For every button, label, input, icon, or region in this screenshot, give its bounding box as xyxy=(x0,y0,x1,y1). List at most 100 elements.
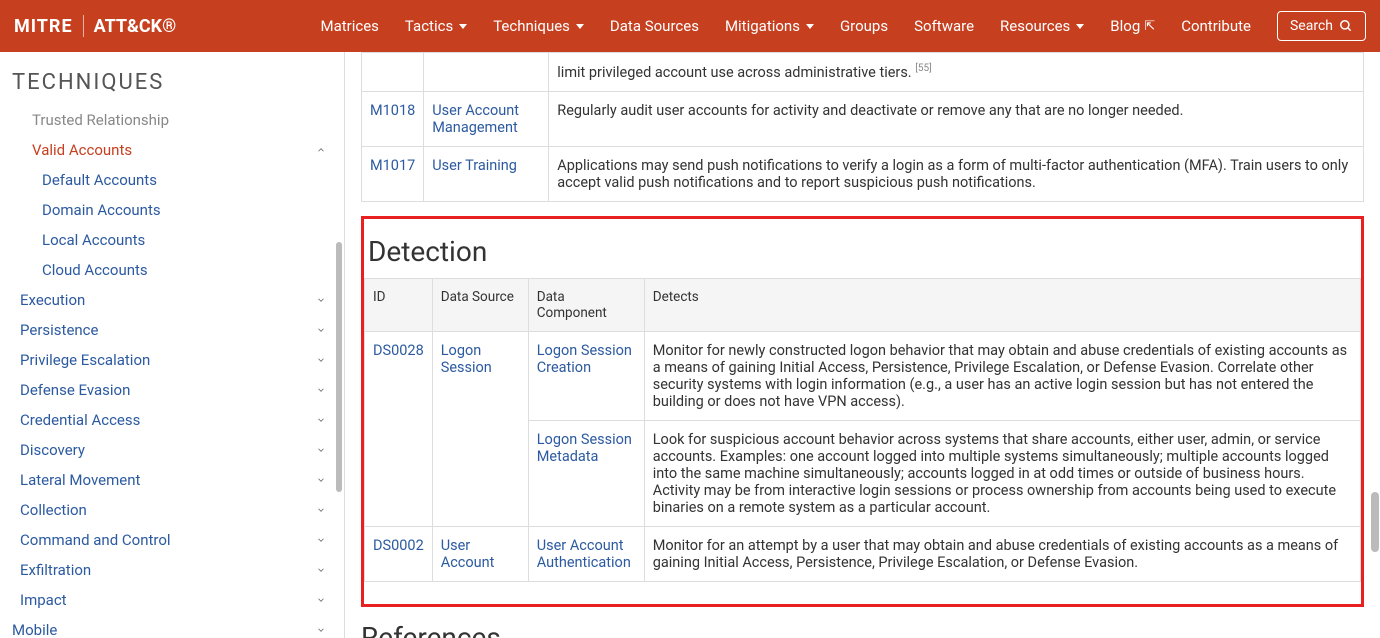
data-source-id-link[interactable]: DS0002 xyxy=(373,537,424,554)
sidebar-item-label: Credential Access xyxy=(20,411,140,429)
detection-table: ID Data Source Data Component Detects DS… xyxy=(364,278,1361,582)
sidebar-item-label: Defense Evasion xyxy=(20,381,130,399)
nav-data-sources[interactable]: Data Sources xyxy=(610,17,699,35)
detection-heading: Detection xyxy=(364,235,1361,268)
chevron-down-icon xyxy=(316,355,326,365)
table-row: DS0028 Logon Session Logon Session Creat… xyxy=(365,331,1361,420)
mitigation-id-link[interactable]: M1018 xyxy=(370,102,415,119)
caret-down-icon xyxy=(576,24,584,29)
chevron-down-icon xyxy=(316,475,326,485)
sidebar-item-label: Collection xyxy=(20,501,87,519)
chevron-down-icon xyxy=(316,415,326,425)
table-row: M1018 User Account Management Regularly … xyxy=(362,91,1364,146)
chevron-down-icon xyxy=(316,325,326,335)
search-button[interactable]: Search xyxy=(1277,11,1366,41)
logo-divider xyxy=(83,15,84,37)
main-scrollbar-track[interactable] xyxy=(1370,52,1380,638)
mitigation-desc: Regularly audit user accounts for activi… xyxy=(549,91,1364,146)
sidebar-item[interactable]: Persistence xyxy=(0,315,344,345)
sidebar-item[interactable]: Defense Evasion xyxy=(0,375,344,405)
mitigation-id-link[interactable]: M1017 xyxy=(370,157,415,174)
sidebar-title: TECHNIQUES xyxy=(0,70,344,105)
sidebar-item-label: Discovery xyxy=(20,441,85,459)
sidebar-item[interactable]: Cloud Accounts xyxy=(0,255,344,285)
data-component-link[interactable]: Logon Session Creation xyxy=(537,342,632,376)
nav-items: Matrices Tactics Techniques Data Sources… xyxy=(320,11,1366,41)
nav-resources[interactable]: Resources xyxy=(1000,17,1084,35)
sidebar-item[interactable]: Exfiltration xyxy=(0,555,344,585)
logo-block[interactable]: MITRE ATT&CK® xyxy=(14,15,176,37)
mitigation-name-link[interactable]: User Account Management xyxy=(432,102,519,136)
sidebar-item[interactable]: Impact xyxy=(0,585,344,615)
sidebar-scrollbar[interactable] xyxy=(336,242,342,492)
sidebar-item[interactable]: Execution xyxy=(0,285,344,315)
references-heading: References xyxy=(361,621,1364,638)
external-link-icon: ⇱ xyxy=(1144,19,1155,34)
nav-blog[interactable]: Blog⇱ xyxy=(1110,17,1155,35)
sidebar-item[interactable]: Mobile xyxy=(0,615,344,638)
sidebar-item-label: Lateral Movement xyxy=(20,471,140,489)
nav-mitigations[interactable]: Mitigations xyxy=(725,17,814,35)
sidebar-item[interactable]: Domain Accounts xyxy=(0,195,344,225)
sidebar-item-label: Domain Accounts xyxy=(42,201,161,219)
sidebar-item[interactable]: Credential Access xyxy=(0,405,344,435)
caret-down-icon xyxy=(1076,24,1084,29)
chevron-down-icon xyxy=(316,625,326,635)
sidebar-item[interactable]: Lateral Movement xyxy=(0,465,344,495)
detects-text: Look for suspicious account behavior acr… xyxy=(644,420,1360,526)
nav-groups[interactable]: Groups xyxy=(840,17,888,35)
sidebar-item[interactable]: Privilege Escalation xyxy=(0,345,344,375)
search-label: Search xyxy=(1290,18,1333,34)
sidebar-item[interactable]: Valid Accounts xyxy=(0,135,344,165)
col-data-component: Data Component xyxy=(528,278,644,331)
sidebar-item-label: Command and Control xyxy=(20,531,171,549)
table-row: limit privileged account use across admi… xyxy=(362,53,1364,92)
main-scrollbar-thumb[interactable] xyxy=(1371,492,1379,552)
citation-sup[interactable]: [55] xyxy=(915,63,932,74)
data-source-link[interactable]: User Account xyxy=(441,537,495,571)
sidebar-item[interactable]: Trusted Relationship xyxy=(0,105,344,135)
sidebar-item[interactable]: Discovery xyxy=(0,435,344,465)
chevron-down-icon xyxy=(316,565,326,575)
sidebar: TECHNIQUES Trusted Relationship Valid Acc… xyxy=(0,52,345,638)
sidebar-item-label: Impact xyxy=(20,591,67,609)
nav-software[interactable]: Software xyxy=(914,17,974,35)
sidebar-item-label: Default Accounts xyxy=(42,171,157,189)
sidebar-item[interactable]: Default Accounts xyxy=(0,165,344,195)
sidebar-item-label: Local Accounts xyxy=(42,231,145,249)
sidebar-item[interactable]: Command and Control xyxy=(0,525,344,555)
detects-text: Monitor for an attempt by a user that ma… xyxy=(644,526,1360,581)
data-source-link[interactable]: Logon Session xyxy=(441,342,492,376)
sidebar-item-label: Persistence xyxy=(20,321,99,339)
sidebar-item-label: Privilege Escalation xyxy=(20,351,150,369)
sidebar-item-label: Execution xyxy=(20,291,85,309)
chevron-up-icon xyxy=(316,145,326,155)
sidebar-item-label: Cloud Accounts xyxy=(42,261,148,279)
sidebar-item[interactable]: Local Accounts xyxy=(0,225,344,255)
mitigation-desc: Applications may send push notifications… xyxy=(549,146,1364,201)
logo-mitre: MITRE xyxy=(14,16,73,37)
nav-contribute[interactable]: Contribute xyxy=(1181,17,1251,35)
data-component-link[interactable]: Logon Session Metadata xyxy=(537,431,632,465)
sidebar-item[interactable]: Collection xyxy=(0,495,344,525)
detection-section: Detection ID Data Source Data Component … xyxy=(361,216,1364,607)
data-component-link[interactable]: User Account Authentication xyxy=(537,537,631,571)
chevron-down-icon xyxy=(316,385,326,395)
main-content: limit privileged account use across admi… xyxy=(345,52,1380,638)
chevron-down-icon xyxy=(316,595,326,605)
data-source-id-link[interactable]: DS0028 xyxy=(373,342,424,359)
chevron-down-icon xyxy=(316,445,326,455)
mitigations-table: limit privileged account use across admi… xyxy=(361,52,1364,202)
mitigation-desc: limit privileged account use across admi… xyxy=(557,64,911,81)
top-nav: MITRE ATT&CK® Matrices Tactics Technique… xyxy=(0,0,1380,52)
nav-matrices[interactable]: Matrices xyxy=(320,17,378,35)
nav-techniques[interactable]: Techniques xyxy=(493,17,584,35)
nav-tactics[interactable]: Tactics xyxy=(405,17,467,35)
col-data-source: Data Source xyxy=(432,278,528,331)
caret-down-icon xyxy=(806,24,814,29)
mitigation-name-link[interactable]: User Training xyxy=(432,157,517,174)
col-id: ID xyxy=(365,278,433,331)
sidebar-item-label: Trusted Relationship xyxy=(32,111,169,129)
search-icon xyxy=(1339,19,1353,33)
table-header-row: ID Data Source Data Component Detects xyxy=(365,278,1361,331)
